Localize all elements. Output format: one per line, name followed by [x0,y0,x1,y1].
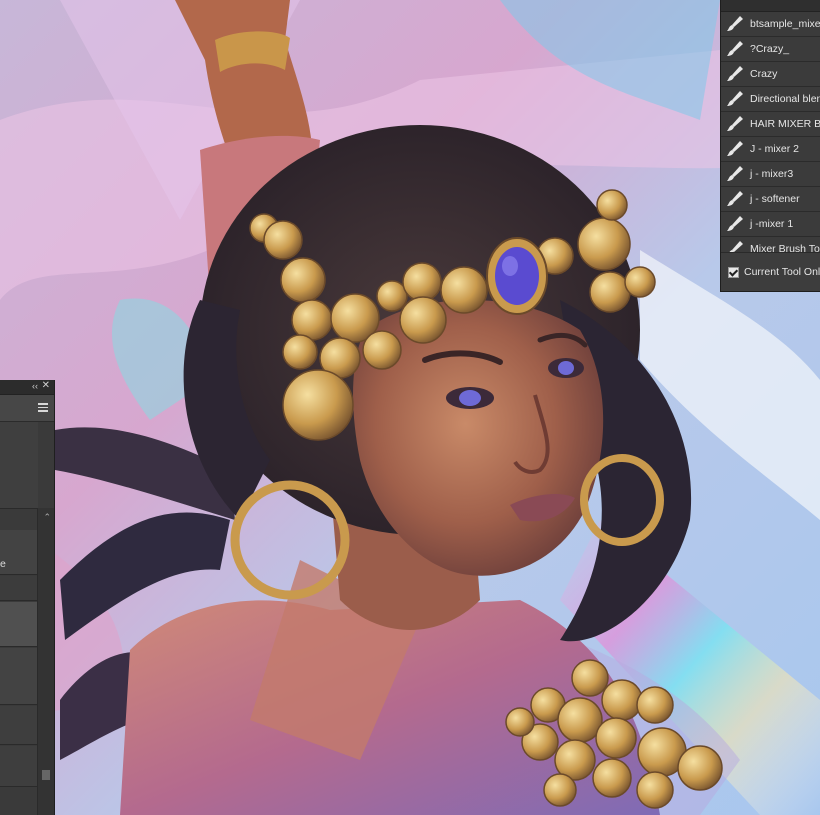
current-tool-only-checkbox[interactable] [728,266,739,278]
panel-scrollbar[interactable] [37,508,54,815]
panel-row-selected[interactable] [0,602,38,647]
partial-label: e [0,558,6,570]
brush-icon [727,116,743,131]
preset-label: j - softener [750,193,800,205]
brush-icon [727,91,743,106]
hamburger-menu-icon[interactable] [38,403,48,414]
panel-row[interactable] [0,706,38,745]
preset-label: Crazy [750,68,778,80]
collapse-icon[interactable]: ‹‹ [32,381,38,391]
preset-label: btsample_mixer [750,18,820,30]
preset-label: ?Crazy_ [750,43,790,55]
panel-menu-bar [0,395,54,422]
panel-row[interactable] [0,576,38,601]
preset-item-crazy-alt[interactable]: ?Crazy_ [721,37,820,62]
preset-label: j -mixer 1 [750,218,794,230]
brush-icon [727,41,743,56]
preset-label: j - mixer3 [750,168,794,180]
preset-label: J - mixer 2 [750,143,800,155]
current-tool-only-label: Current Tool Only [744,266,820,278]
panel-row[interactable] [0,648,38,705]
preset-label: Directional blend [750,93,820,105]
left-dock-panel: ‹‹ ✕ e ⌃ [0,380,55,815]
preset-item-hair-mixer[interactable]: HAIR MIXER BR [721,112,820,137]
brush-icon [727,216,743,231]
brush-icon [727,191,743,206]
panel-row[interactable] [0,746,38,787]
scroll-up-icon[interactable]: ⌃ [43,512,51,523]
brush-icon [727,141,743,156]
preset-item-j-mixer-2[interactable]: J - mixer 2 [721,137,820,162]
preset-item-crazy[interactable]: Crazy [721,62,820,87]
preset-item-j-softener[interactable]: j - softener [721,187,820,212]
preset-item-directional-blend[interactable]: Directional blend [721,87,820,112]
preset-item-j-mixer-1[interactable]: j -mixer 1 [721,212,820,237]
tool-presets-panel: btsample_mixer ?Crazy_ Crazy Directional… [720,0,820,292]
preset-item-j-mixer3[interactable]: j - mixer3 [721,162,820,187]
current-tool-only-toggle[interactable]: Current Tool Only [721,252,820,291]
preset-label: HAIR MIXER BR [750,118,820,130]
brush-icon [727,66,743,81]
panel-header: ‹‹ ✕ [0,380,54,395]
scrollbar-thumb[interactable] [42,770,50,780]
panel-content-area [0,422,38,509]
brush-icon [727,16,743,31]
artwork-canvas[interactable] [0,0,820,815]
brush-icon [727,166,743,181]
close-icon[interactable]: ✕ [42,380,50,391]
preset-item-btsample-mixer[interactable]: btsample_mixer [721,12,820,37]
panel-top-strip [721,0,820,12]
